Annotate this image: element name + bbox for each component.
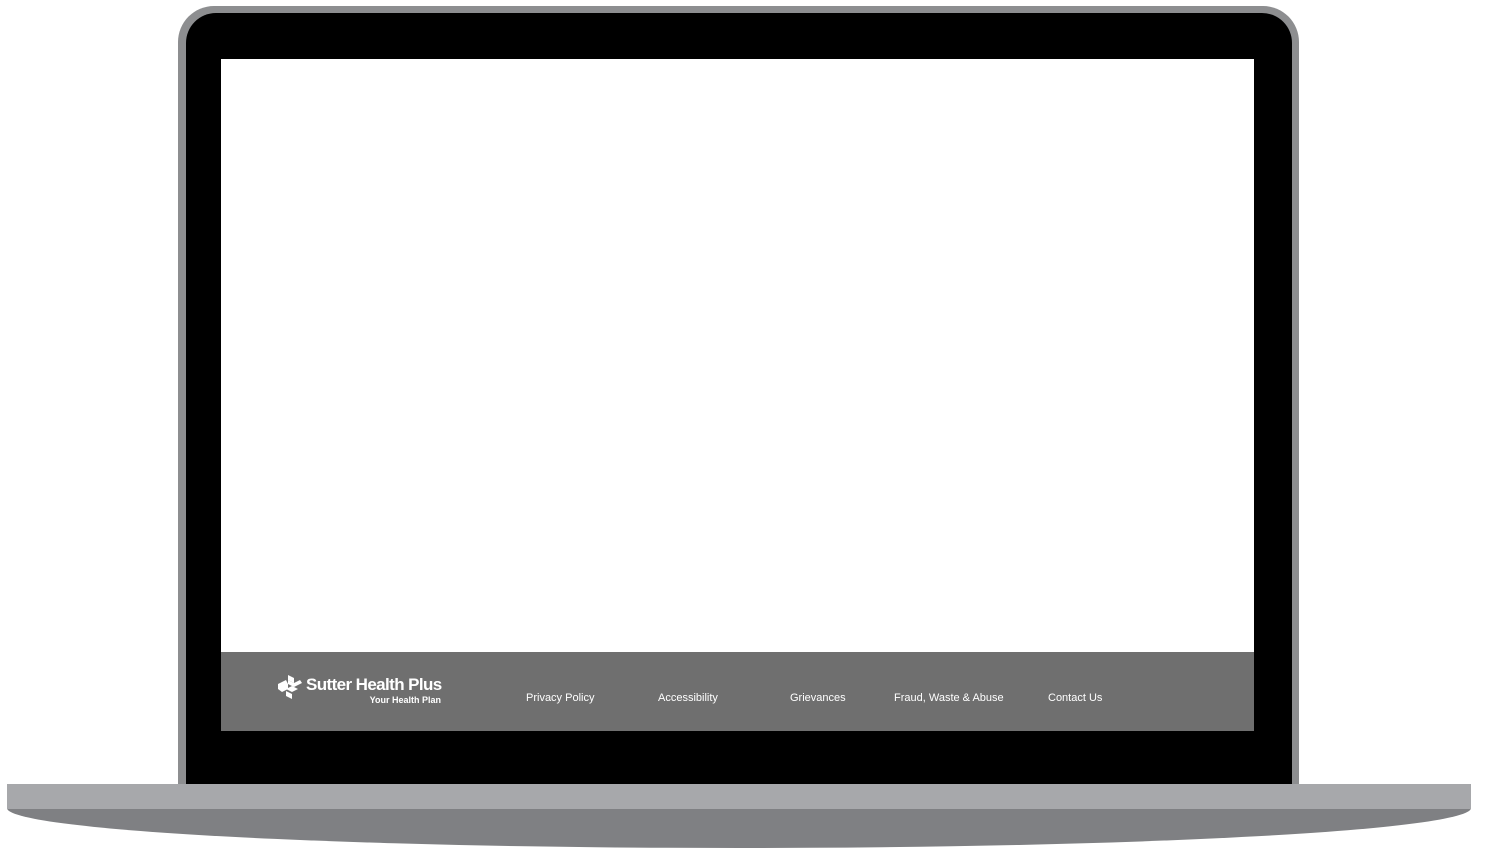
laptop-base-bottom (7, 808, 1471, 848)
footer-link-contact-us[interactable]: Contact Us (1048, 692, 1102, 704)
page-content-area (221, 59, 1254, 652)
site-footer: Sutter Health Plus Your Health Plan Priv… (221, 652, 1254, 731)
laptop-screen: Sutter Health Plus Your Health Plan Priv… (221, 59, 1254, 731)
footer-link-fraud-waste-abuse[interactable]: Fraud, Waste & Abuse (894, 692, 1004, 704)
logo-tagline: Your Health Plan (369, 695, 441, 705)
footer-link-accessibility[interactable]: Accessibility (658, 692, 718, 704)
footer-link-privacy-policy[interactable]: Privacy Policy (526, 692, 594, 704)
sutter-health-plus-logo[interactable]: Sutter Health Plus Your Health Plan (277, 674, 447, 710)
sutter-cross-icon (278, 675, 302, 699)
laptop-mockup: Sutter Health Plus Your Health Plan Priv… (0, 0, 1485, 848)
laptop-base-top (7, 784, 1471, 809)
footer-link-grievances[interactable]: Grievances (790, 692, 846, 704)
logo-name: Sutter Health Plus (306, 675, 442, 694)
